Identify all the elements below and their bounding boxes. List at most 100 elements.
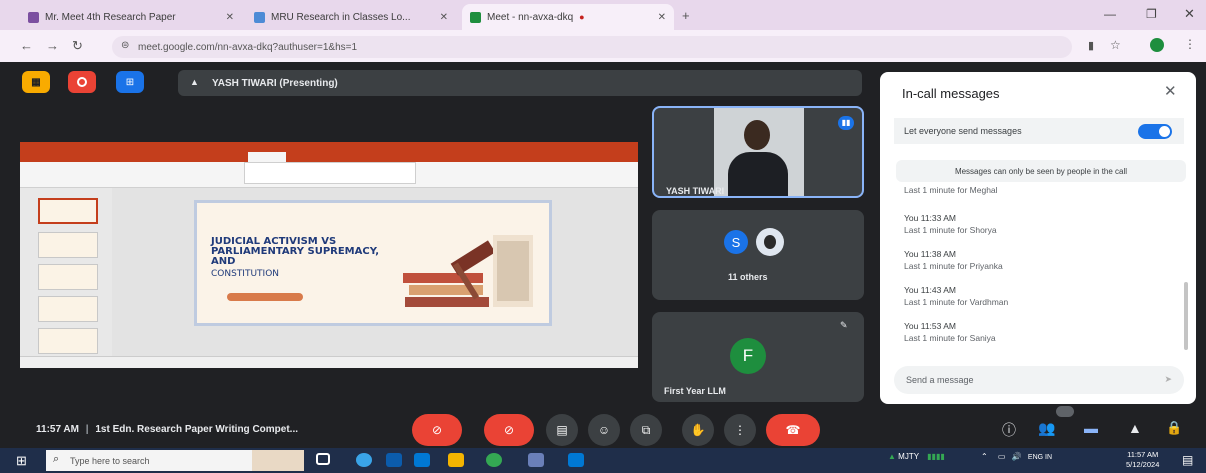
chat-icon[interactable]: ▬: [1084, 420, 1098, 436]
search-placeholder: Type here to search: [70, 455, 150, 466]
activities-icon[interactable]: ▲: [1128, 420, 1142, 436]
recording-button[interactable]: [68, 71, 96, 93]
host-controls-button[interactable]: ▦: [22, 71, 50, 93]
chat-panel-title: In-call messages: [902, 86, 1000, 101]
close-tab-icon[interactable]: ✕: [226, 12, 234, 23]
close-tab-icon[interactable]: ✕: [658, 12, 666, 23]
info-icon[interactable]: ⓘ: [1002, 420, 1016, 440]
more-options-button[interactable]: ⋮: [724, 414, 756, 446]
presenter-tile[interactable]: ▮▮ YASH TIWARI: [652, 106, 864, 198]
camera-off-icon: ⊘: [503, 423, 515, 437]
self-name: First Year LLM: [664, 386, 726, 396]
back-icon[interactable]: ←: [20, 38, 33, 53]
slide-thumbnail: [38, 328, 98, 354]
bookmark-star-icon[interactable]: ☆: [1110, 38, 1121, 52]
edge-icon[interactable]: [356, 453, 372, 467]
message-time: 11:38 AM: [920, 249, 957, 259]
others-tile[interactable]: S 11 others: [652, 210, 864, 300]
language-indicator[interactable]: ENG IN: [1028, 454, 1052, 461]
chat-message: You 11:38 AM Last 1 minute for Priyanka: [904, 248, 1003, 272]
tab-favicon-icon: [28, 11, 39, 23]
message-sender: You: [904, 249, 919, 259]
store-icon[interactable]: [386, 453, 402, 467]
maximize-icon[interactable]: ❐: [1146, 7, 1157, 21]
more-vert-icon: ⋮: [734, 423, 746, 437]
current-slide: JUDICIAL ACTIVISM VS PARLIAMENTARY SUPRE…: [194, 200, 552, 326]
emoji-button[interactable]: ☺: [588, 414, 620, 446]
send-icon[interactable]: ➤: [1164, 374, 1172, 385]
chat-message: Last 1 minute for Meghal: [904, 184, 998, 196]
minimize-icon[interactable]: —: [1104, 7, 1116, 21]
message-text: Last 1 minute for Vardhman: [904, 297, 1009, 307]
slide-thumbnail: [38, 198, 98, 224]
browser-menu-icon[interactable]: ⋮: [1184, 37, 1196, 51]
chat-message-input[interactable]: Send a message ➤: [894, 366, 1184, 394]
chat-scrollbar[interactable]: [1184, 282, 1188, 350]
search-icon: ⌕: [53, 453, 60, 465]
browser-toolbar: ← → ↻ ⊜ meet.google.com/nn-avxa-dkq?auth…: [0, 30, 1206, 62]
tab-favicon-icon: [254, 11, 265, 23]
tab-label: MRU Research in Classes Lo...: [271, 11, 411, 23]
browser-tab-1[interactable]: Mr. Meet 4th Research Paper ✕: [20, 4, 242, 30]
site-info-icon[interactable]: ⊜: [121, 40, 129, 51]
self-tile[interactable]: ✎ F First Year LLM: [652, 312, 864, 402]
slide-title: JUDICIAL ACTIVISM VS PARLIAMENTARY SUPRE…: [211, 236, 380, 267]
task-view-icon[interactable]: [316, 453, 330, 465]
cc-icon: ▤: [556, 423, 568, 437]
powerpoint-title-bar: [20, 142, 638, 152]
slide-thumbnails: [20, 188, 112, 356]
mic-button[interactable]: ⊘: [412, 414, 462, 446]
slide-thumbnail: [38, 264, 98, 290]
camera-button[interactable]: ⊘: [484, 414, 534, 446]
url-text: meet.google.com/nn-avxa-dkq?authuser=1&h…: [138, 41, 358, 53]
meeting-time: 11:57 AM: [36, 424, 79, 435]
extension-icon[interactable]: ▮: [1088, 39, 1094, 52]
reload-icon[interactable]: ↻: [72, 38, 83, 54]
address-bar-input[interactable]: ⊜ meet.google.com/nn-avxa-dkq?authuser=1…: [112, 36, 1072, 58]
close-tab-icon[interactable]: ✕: [440, 12, 448, 23]
chat-message: You 11:53 AM Last 1 minute for Saniya: [904, 320, 996, 344]
people-icon[interactable]: 👥: [1038, 420, 1055, 437]
captions-toggle-button[interactable]: ▤: [546, 414, 578, 446]
shared-screen: JUDICIAL ACTIVISM VS PARLIAMENTARY SUPRE…: [20, 142, 638, 368]
browser-tab-3-active[interactable]: Meet - nn-avxa-dkq ● ✕: [462, 4, 674, 30]
browser-tab-2[interactable]: MRU Research in Classes Lo... ✕: [246, 4, 456, 30]
clock-time: 11:57 AM: [1127, 450, 1159, 459]
taskbar-search-input[interactable]: ⌕ Type here to search: [46, 450, 304, 471]
new-tab-icon[interactable]: +: [682, 8, 690, 23]
windows-start-icon[interactable]: ⊞: [16, 453, 27, 469]
recording-dot-icon: ●: [579, 12, 585, 22]
notifications-icon[interactable]: ▤: [1182, 453, 1193, 467]
raise-hand-button[interactable]: ✋: [682, 414, 714, 446]
captions-button[interactable]: ⊞: [116, 71, 144, 93]
file-explorer-icon[interactable]: [448, 453, 464, 467]
forward-icon[interactable]: →: [46, 38, 59, 53]
browser-tab-bar: Mr. Meet 4th Research Paper ✕ MRU Resear…: [0, 0, 1206, 30]
pin-icon[interactable]: ✎: [840, 320, 848, 331]
battery-icon[interactable]: ▭: [998, 452, 1006, 461]
slide-thumbnail: [38, 296, 98, 322]
tray-chevron-icon[interactable]: ⌃: [981, 452, 988, 461]
close-icon[interactable]: ✕: [1164, 82, 1177, 100]
lock-icon[interactable]: 🔒: [1166, 420, 1182, 436]
taskbar-clock[interactable]: 11:57 AM 5/12/2024: [1126, 450, 1159, 470]
word-icon[interactable]: [414, 453, 430, 467]
gavel-books-illustration: [403, 235, 533, 307]
present-button[interactable]: ⧉: [630, 414, 662, 446]
message-sender: You: [904, 321, 919, 331]
clock-date: 5/12/2024: [1126, 460, 1160, 469]
end-call-button[interactable]: ☎: [766, 414, 820, 446]
tab-label: Mr. Meet 4th Research Paper: [45, 11, 176, 23]
chrome-icon[interactable]: [486, 453, 502, 467]
powerpoint-status-bar: [20, 356, 638, 368]
volume-icon[interactable]: 🔊: [1012, 452, 1022, 461]
app-icon[interactable]: [528, 453, 544, 467]
permission-toggle[interactable]: [1138, 124, 1172, 139]
window-close-icon[interactable]: ✕: [1184, 6, 1195, 22]
emoji-icon: ☺: [597, 423, 611, 437]
chat-input-placeholder: Send a message: [906, 375, 974, 385]
outlook-icon[interactable]: [568, 453, 584, 467]
mic-off-icon: ⊘: [431, 423, 443, 437]
profile-avatar[interactable]: [1150, 38, 1164, 52]
chat-message: You 11:43 AM Last 1 minute for Vardhman: [904, 284, 1008, 308]
